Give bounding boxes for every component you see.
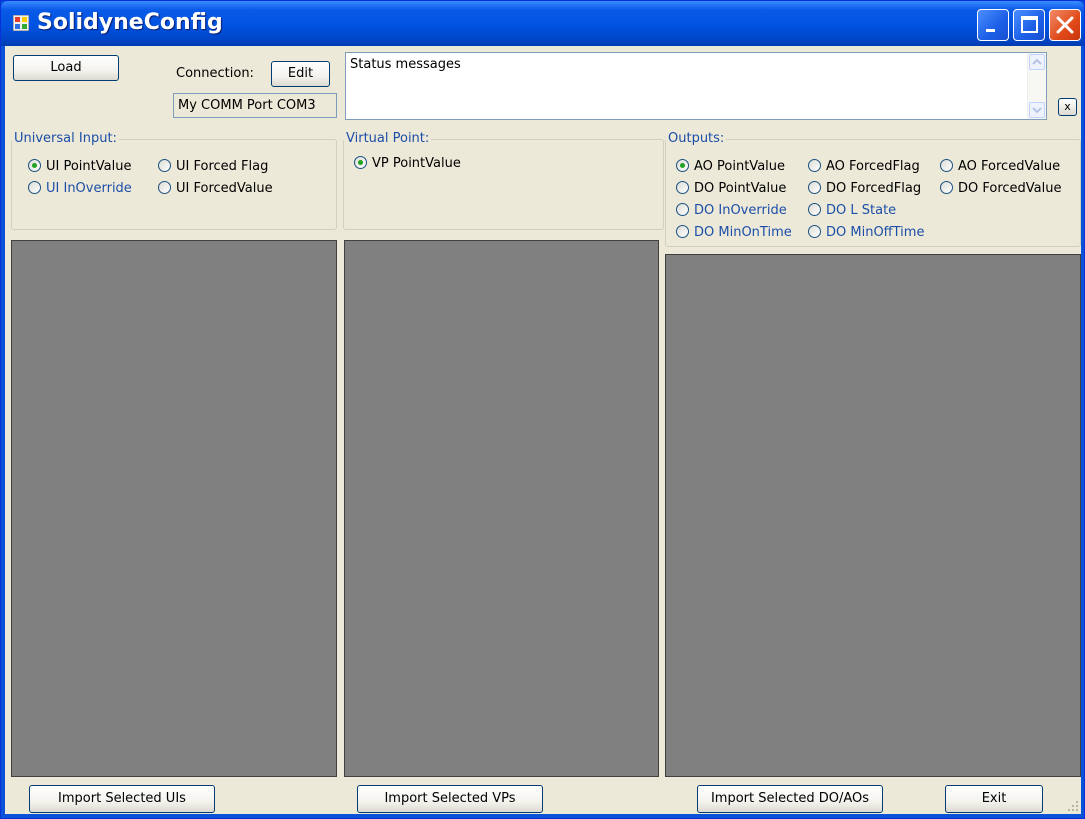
radio-icon — [28, 181, 41, 194]
universal-input-group: Universal Input: UI PointValue UI Forced… — [11, 131, 337, 230]
virtual-point-group: Virtual Point: VP PointValue — [343, 131, 664, 230]
radio-ao-forcedflag[interactable]: AO ForcedFlag — [808, 159, 920, 174]
radio-label: DO ForcedFlag — [826, 181, 922, 196]
minimize-button[interactable] — [977, 9, 1009, 41]
radio-label: DO InOverride — [694, 203, 787, 218]
radio-label: AO ForcedValue — [958, 159, 1061, 174]
outputs-caption: Outputs: — [666, 131, 727, 146]
radio-do-forcedvalue[interactable]: DO ForcedValue — [940, 181, 1062, 196]
radio-label: UI InOverride — [46, 181, 132, 196]
radio-do-minontime[interactable]: DO MinOnTime — [676, 225, 792, 240]
resize-grip-icon[interactable] — [1067, 800, 1079, 812]
radio-ao-forcedvalue[interactable]: AO ForcedValue — [940, 159, 1060, 174]
status-messages-box[interactable]: Status messages — [345, 52, 1047, 120]
radio-selected-icon — [28, 159, 41, 172]
radio-icon — [808, 225, 821, 238]
status-text: Status messages — [350, 57, 461, 72]
vp-list-panel[interactable] — [344, 240, 659, 777]
load-button[interactable]: Load — [13, 55, 119, 81]
radio-label: DO L State — [826, 203, 897, 218]
radio-icon — [808, 181, 821, 194]
import-outputs-button[interactable]: Import Selected DO/AOs — [697, 785, 883, 813]
radio-icon — [158, 181, 171, 194]
radio-do-minofftime[interactable]: DO MinOffTime — [808, 225, 924, 240]
scroll-down-button[interactable] — [1029, 102, 1045, 118]
radio-label: UI PointValue — [46, 159, 132, 174]
radio-label: DO PointValue — [694, 181, 787, 196]
radio-ui-forced-flag[interactable]: UI Forced Flag — [158, 159, 268, 174]
radio-label: UI ForcedValue — [176, 181, 273, 196]
ui-list-panel[interactable] — [11, 240, 337, 777]
radio-icon — [940, 159, 953, 172]
radio-icon — [676, 203, 689, 216]
form-client-area: Load Connection: Edit My COMM Port COM3 … — [5, 46, 1081, 814]
universal-input-caption: Universal Input: — [12, 131, 119, 146]
import-vps-button[interactable]: Import Selected VPs — [357, 785, 543, 813]
clear-status-button[interactable]: x — [1058, 98, 1077, 116]
edit-connection-button[interactable]: Edit — [271, 61, 330, 87]
radio-ui-pointvalue[interactable]: UI PointValue — [28, 159, 131, 174]
close-icon — [1056, 16, 1074, 34]
chevron-down-icon — [1032, 107, 1042, 114]
app-icon — [13, 15, 29, 31]
maximize-button[interactable] — [1013, 9, 1045, 41]
radio-selected-icon — [354, 156, 367, 169]
minimize-icon — [986, 29, 995, 32]
radio-do-inoverride[interactable]: DO InOverride — [676, 203, 787, 218]
radio-icon — [808, 203, 821, 216]
radio-ao-pointvalue[interactable]: AO PointValue — [676, 159, 785, 174]
radio-selected-icon — [676, 159, 689, 172]
radio-do-pointvalue[interactable]: DO PointValue — [676, 181, 786, 196]
app-window: SolidyneConfig Load Connection: Edit My … — [0, 0, 1085, 819]
maximize-icon — [1021, 16, 1038, 33]
radio-vp-pointvalue[interactable]: VP PointValue — [354, 156, 461, 171]
radio-do-l-state[interactable]: DO L State — [808, 203, 896, 218]
radio-icon — [676, 225, 689, 238]
radio-ui-forcedvalue[interactable]: UI ForcedValue — [158, 181, 273, 196]
exit-button[interactable]: Exit — [945, 785, 1043, 813]
import-uis-button[interactable]: Import Selected UIs — [29, 785, 215, 813]
radio-icon — [808, 159, 821, 172]
radio-label: DO MinOffTime — [826, 225, 925, 240]
radio-icon — [940, 181, 953, 194]
radio-label: AO PointValue — [694, 159, 786, 174]
radio-label: DO ForcedValue — [958, 181, 1062, 196]
radio-do-forcedflag[interactable]: DO ForcedFlag — [808, 181, 921, 196]
radio-label: UI Forced Flag — [176, 159, 269, 174]
outputs-list-panel[interactable] — [665, 254, 1081, 777]
outputs-group: Outputs: AO PointValue AO ForcedFlag AO … — [665, 131, 1081, 247]
chevron-up-icon — [1032, 58, 1042, 65]
scroll-up-button[interactable] — [1029, 54, 1045, 70]
radio-icon — [676, 181, 689, 194]
radio-label: DO MinOnTime — [694, 225, 792, 240]
close-window-button[interactable] — [1049, 9, 1081, 41]
title-bar[interactable]: SolidyneConfig — [1, 1, 1084, 46]
radio-label: AO ForcedFlag — [826, 159, 920, 174]
radio-ui-inoverride[interactable]: UI InOverride — [28, 181, 132, 196]
radio-label: VP PointValue — [372, 156, 461, 171]
window-title: SolidyneConfig — [37, 10, 223, 35]
connection-label: Connection: — [176, 66, 254, 81]
radio-icon — [158, 159, 171, 172]
port-display-field: My COMM Port COM3 — [173, 93, 337, 118]
status-scrollbar[interactable] — [1027, 53, 1046, 119]
virtual-point-caption: Virtual Point: — [344, 131, 432, 146]
